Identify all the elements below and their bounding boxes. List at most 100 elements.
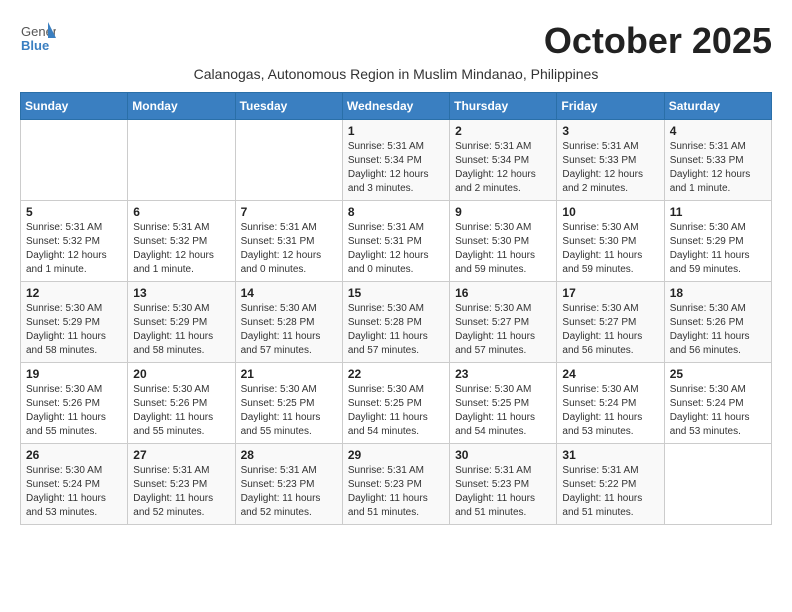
calendar-cell: 28 Sunrise: 5:31 AMSunset: 5:23 PMDayligh…: [235, 444, 342, 525]
day-info: Sunrise: 5:30 AMSunset: 5:28 PMDaylight:…: [241, 302, 337, 358]
day-number: 14: [241, 286, 337, 300]
calendar-cell: 27 Sunrise: 5:31 AMSunset: 5:23 PMDayligh…: [128, 444, 235, 525]
day-info: Sunrise: 5:30 AMSunset: 5:26 PMDaylight:…: [133, 383, 229, 439]
day-info: Sunrise: 5:30 AMSunset: 5:24 PMDaylight:…: [26, 464, 122, 520]
day-number: 27: [133, 448, 229, 462]
day-info: Sunrise: 5:30 AMSunset: 5:30 PMDaylight:…: [455, 221, 551, 277]
header-day: Sunday: [21, 93, 128, 120]
calendar-cell: [235, 120, 342, 201]
day-number: 16: [455, 286, 551, 300]
day-number: 10: [562, 205, 658, 219]
calendar-week-row: 19 Sunrise: 5:30 AMSunset: 5:26 PMDayligh…: [21, 363, 772, 444]
day-number: 17: [562, 286, 658, 300]
calendar-cell: [664, 444, 771, 525]
day-info: Sunrise: 5:31 AMSunset: 5:23 PMDaylight:…: [241, 464, 337, 520]
calendar-cell: 1 Sunrise: 5:31 AMSunset: 5:34 PMDaylight…: [342, 120, 449, 201]
page-container: General Blue October 2025 Calanogas, Aut…: [20, 20, 772, 525]
day-info: Sunrise: 5:31 AMSunset: 5:22 PMDaylight:…: [562, 464, 658, 520]
calendar-cell: [128, 120, 235, 201]
day-number: 20: [133, 367, 229, 381]
day-number: 2: [455, 124, 551, 138]
day-info: Sunrise: 5:30 AMSunset: 5:26 PMDaylight:…: [670, 302, 766, 358]
calendar-cell: 16 Sunrise: 5:30 AMSunset: 5:27 PMDayligh…: [450, 282, 557, 363]
day-info: Sunrise: 5:30 AMSunset: 5:29 PMDaylight:…: [670, 221, 766, 277]
calendar-cell: 19 Sunrise: 5:30 AMSunset: 5:26 PMDayligh…: [21, 363, 128, 444]
day-number: 23: [455, 367, 551, 381]
calendar-cell: 12 Sunrise: 5:30 AMSunset: 5:29 PMDayligh…: [21, 282, 128, 363]
calendar-cell: 31 Sunrise: 5:31 AMSunset: 5:22 PMDayligh…: [557, 444, 664, 525]
logo-svg: General Blue: [20, 20, 56, 56]
day-info: Sunrise: 5:31 AMSunset: 5:34 PMDaylight:…: [455, 140, 551, 196]
day-number: 25: [670, 367, 766, 381]
calendar-cell: 13 Sunrise: 5:30 AMSunset: 5:29 PMDayligh…: [128, 282, 235, 363]
day-info: Sunrise: 5:30 AMSunset: 5:26 PMDaylight:…: [26, 383, 122, 439]
month-title: October 2025: [544, 20, 772, 62]
day-number: 28: [241, 448, 337, 462]
day-info: Sunrise: 5:31 AMSunset: 5:33 PMDaylight:…: [562, 140, 658, 196]
day-number: 4: [670, 124, 766, 138]
day-number: 1: [348, 124, 444, 138]
day-number: 11: [670, 205, 766, 219]
calendar-week-row: 5 Sunrise: 5:31 AMSunset: 5:32 PMDaylight…: [21, 201, 772, 282]
day-number: 12: [26, 286, 122, 300]
day-info: Sunrise: 5:31 AMSunset: 5:23 PMDaylight:…: [348, 464, 444, 520]
calendar-cell: 2 Sunrise: 5:31 AMSunset: 5:34 PMDaylight…: [450, 120, 557, 201]
calendar-week-row: 26Sunrise: 5:30 AMSunset: 5:24 PMDayligh…: [21, 444, 772, 525]
day-number: 5: [26, 205, 122, 219]
day-info: Sunrise: 5:30 AMSunset: 5:30 PMDaylight:…: [562, 221, 658, 277]
calendar-cell: 22 Sunrise: 5:30 AMSunset: 5:25 PMDayligh…: [342, 363, 449, 444]
calendar-cell: 17 Sunrise: 5:30 AMSunset: 5:27 PMDayligh…: [557, 282, 664, 363]
calendar-cell: 20 Sunrise: 5:30 AMSunset: 5:26 PMDayligh…: [128, 363, 235, 444]
day-number: 3: [562, 124, 658, 138]
day-number: 31: [562, 448, 658, 462]
day-number: 6: [133, 205, 229, 219]
logo: General Blue: [20, 20, 56, 61]
day-number: 18: [670, 286, 766, 300]
calendar-cell: [21, 120, 128, 201]
day-number: 13: [133, 286, 229, 300]
day-number: 9: [455, 205, 551, 219]
day-number: 19: [26, 367, 122, 381]
calendar-cell: 15Sunrise: 5:30 AMSunset: 5:28 PMDayligh…: [342, 282, 449, 363]
day-info: Sunrise: 5:30 AMSunset: 5:25 PMDaylight:…: [455, 383, 551, 439]
calendar-cell: 30Sunrise: 5:31 AMSunset: 5:23 PMDayligh…: [450, 444, 557, 525]
day-number: 22: [348, 367, 444, 381]
day-number: 7: [241, 205, 337, 219]
calendar-cell: 18 Sunrise: 5:30 AMSunset: 5:26 PMDayligh…: [664, 282, 771, 363]
calendar-week-row: 1 Sunrise: 5:31 AMSunset: 5:34 PMDaylight…: [21, 120, 772, 201]
day-number: 21: [241, 367, 337, 381]
day-info: Sunrise: 5:31 AMSunset: 5:32 PMDaylight:…: [26, 221, 122, 277]
calendar-cell: 8Sunrise: 5:31 AMSunset: 5:31 PMDaylight…: [342, 201, 449, 282]
day-info: Sunrise: 5:31 AMSunset: 5:33 PMDaylight:…: [670, 140, 766, 196]
calendar-cell: 14 Sunrise: 5:30 AMSunset: 5:28 PMDayligh…: [235, 282, 342, 363]
calendar-cell: 24Sunrise: 5:30 AMSunset: 5:24 PMDayligh…: [557, 363, 664, 444]
header-day: Saturday: [664, 93, 771, 120]
calendar-cell: 29 Sunrise: 5:31 AMSunset: 5:23 PMDayligh…: [342, 444, 449, 525]
day-number: 29: [348, 448, 444, 462]
day-info: Sunrise: 5:31 AMSunset: 5:23 PMDaylight:…: [455, 464, 551, 520]
day-info: Sunrise: 5:31 AMSunset: 5:31 PMDaylight:…: [241, 221, 337, 277]
calendar-cell: 23 Sunrise: 5:30 AMSunset: 5:25 PMDayligh…: [450, 363, 557, 444]
calendar-cell: 6 Sunrise: 5:31 AMSunset: 5:32 PMDaylight…: [128, 201, 235, 282]
day-number: 15: [348, 286, 444, 300]
header-day: Monday: [128, 93, 235, 120]
calendar-cell: 3 Sunrise: 5:31 AMSunset: 5:33 PMDaylight…: [557, 120, 664, 201]
day-info: Sunrise: 5:30 AMSunset: 5:29 PMDaylight:…: [26, 302, 122, 358]
day-info: Sunrise: 5:30 AMSunset: 5:29 PMDaylight:…: [133, 302, 229, 358]
day-info: Sunrise: 5:30 AMSunset: 5:24 PMDaylight:…: [670, 383, 766, 439]
header-day: Wednesday: [342, 93, 449, 120]
header-day: Thursday: [450, 93, 557, 120]
calendar-cell: 21 Sunrise: 5:30 AMSunset: 5:25 PMDayligh…: [235, 363, 342, 444]
calendar-table: SundayMondayTuesdayWednesdayThursdayFrid…: [20, 92, 772, 525]
day-info: Sunrise: 5:31 AMSunset: 5:23 PMDaylight:…: [133, 464, 229, 520]
day-info: Sunrise: 5:31 AMSunset: 5:32 PMDaylight:…: [133, 221, 229, 277]
day-info: Sunrise: 5:30 AMSunset: 5:25 PMDaylight:…: [241, 383, 337, 439]
day-info: Sunrise: 5:30 AMSunset: 5:25 PMDaylight:…: [348, 383, 444, 439]
day-info: Sunrise: 5:30 AMSunset: 5:24 PMDaylight:…: [562, 383, 658, 439]
day-info: Sunrise: 5:30 AMSunset: 5:27 PMDaylight:…: [455, 302, 551, 358]
calendar-cell: 9 Sunrise: 5:30 AMSunset: 5:30 PMDaylight…: [450, 201, 557, 282]
day-info: Sunrise: 5:31 AMSunset: 5:31 PMDaylight:…: [348, 221, 444, 277]
day-info: Sunrise: 5:31 AMSunset: 5:34 PMDaylight:…: [348, 140, 444, 196]
day-info: Sunrise: 5:30 AMSunset: 5:27 PMDaylight:…: [562, 302, 658, 358]
calendar-cell: 10 Sunrise: 5:30 AMSunset: 5:30 PMDayligh…: [557, 201, 664, 282]
